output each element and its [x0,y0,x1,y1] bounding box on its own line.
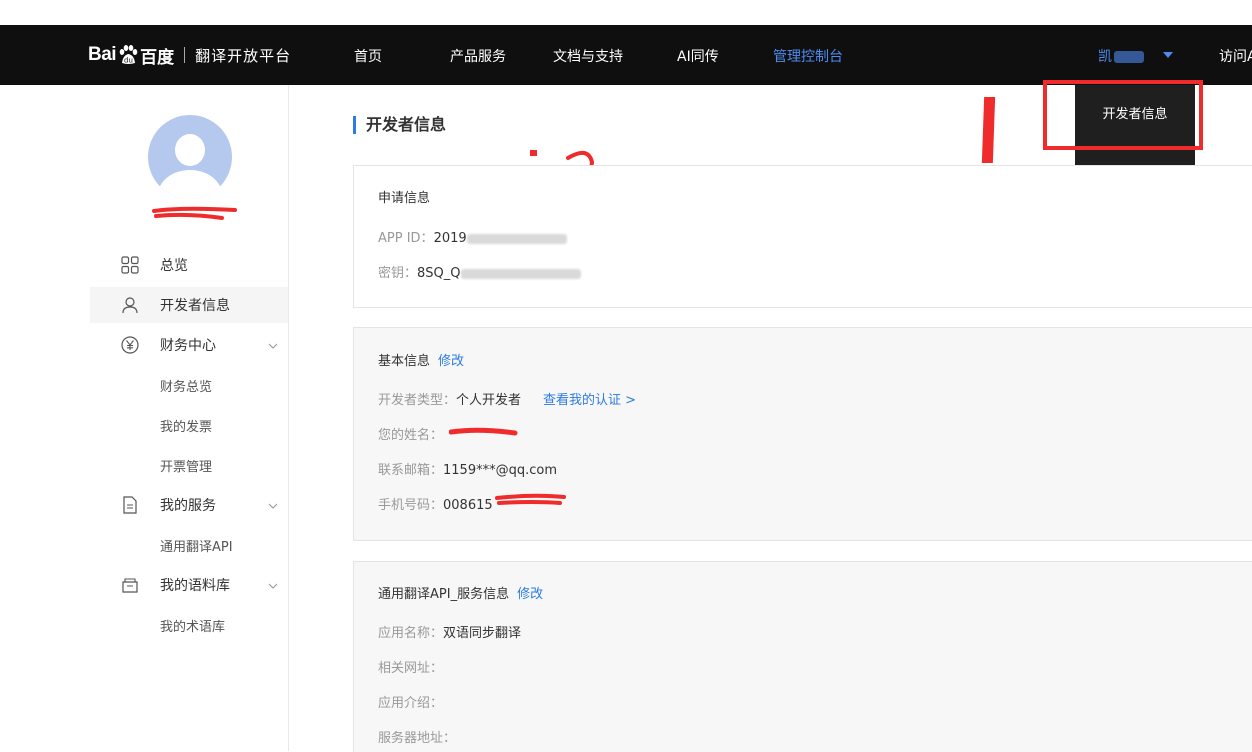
phone-label: 手机号码： [378,498,444,513]
app-name-value: 双语同步翻译 [443,626,522,641]
name-label: 您的姓名： [378,428,444,443]
phone-value: 008615 [443,498,493,513]
basic-info-edit-link[interactable]: 修改 [438,354,464,369]
sidebar-subitem-invoice-manage[interactable]: 开票管理 [160,456,212,475]
grid-icon [120,255,140,275]
sidebar-item-corpus[interactable]: 我的语料库 [90,567,288,603]
key-label: 密钥： [378,266,418,281]
apply-info-title: 申请信息 [378,191,431,206]
service-info-title-row: 通用翻译API_服务信息 修改 [378,583,543,602]
app-name-label: 应用名称： [378,626,444,641]
related-url-label: 相关网址： [378,661,444,676]
sidebar-subitem-general-api[interactable]: 通用翻译API [160,536,233,555]
key-value: 8SQ_Q [417,266,461,281]
developer-type-value: 个人开发者 [456,393,522,408]
logo-bai-text: Bai [88,44,117,65]
sidebar-subitem-terms[interactable]: 我的术语库 [160,616,225,635]
server-address-label: 服务器地址： [378,731,457,746]
avatar-body-shape [158,170,222,199]
yen-icon [120,335,140,355]
redaction-scribble-phone [495,493,566,505]
name-row: 您的姓名： [378,424,443,443]
redaction-scribble-name [152,206,237,220]
sidebar-item-services[interactable]: 我的服务 [90,487,288,523]
service-info-panel: 通用翻译API_服务信息 修改 应用名称：双语同步翻译 相关网址： 应用介绍： 服… [353,561,1252,752]
sidebar-subitem-invoice[interactable]: 我的发票 [160,416,212,435]
user-menu-trigger[interactable]: 凯 [1098,46,1144,66]
document-icon [120,495,140,515]
redacted-app-id [466,233,567,244]
redacted-username [1114,51,1144,63]
chevron-down-icon[interactable] [268,339,278,352]
nav-ai-interpret[interactable]: AI同传 [677,46,719,66]
sidebar-label-finance: 财务中心 [160,338,216,354]
developer-type-row: 开发者类型：个人开发者 查看我的认证 > [378,389,636,408]
box-icon [120,575,140,595]
app-intro-row: 应用介绍： [378,692,443,711]
basic-info-title: 基本信息 [378,354,431,369]
app-intro-label: 应用介绍： [378,696,444,711]
logo-baidu-text: 百度 [140,47,175,68]
sidebar-item-finance[interactable]: 财务中心 [90,327,288,363]
view-verification-link[interactable]: 查看我的认证 > [543,393,636,408]
nav-console[interactable]: 管理控制台 [773,46,843,66]
user-name-text: 凯 [1098,49,1112,65]
phone-row: 手机号码：008615 [378,494,493,513]
sidebar-label-developer-info: 开发者信息 [160,298,230,314]
sidebar-label-overview: 总览 [160,258,188,274]
related-url-row: 相关网址： [378,657,443,676]
sidebar-label-services: 我的服务 [160,498,216,514]
sidebar-label-corpus: 我的语料库 [160,578,230,594]
logo-divider [184,47,186,63]
redacted-key [460,268,581,279]
caret-down-icon[interactable] [1163,52,1173,58]
sidebar-item-overview[interactable]: 总览 [90,247,288,283]
nav-home[interactable]: 首页 [354,46,382,66]
annotation-mark-2-text: 2 [528,148,529,149]
nav-visit[interactable]: 访问A [1219,46,1252,66]
service-info-edit-link[interactable]: 修改 [517,587,543,602]
user-icon [120,295,140,315]
basic-info-title-row: 基本信息 修改 [378,350,464,369]
sidebar [0,85,289,751]
chevron-down-icon[interactable] [268,499,278,512]
baidu-logo[interactable]: Bai du 百度 翻译开放平台 [88,41,291,69]
chevron-down-icon[interactable] [268,579,278,592]
developer-type-label: 开发者类型： [378,393,457,408]
email-value: 1159***@qq.com [443,463,558,478]
service-info-title: 通用翻译API_服务信息 [378,587,510,602]
avatar[interactable] [148,115,232,199]
app-name-row: 应用名称：双语同步翻译 [378,622,521,641]
page-title: 开发者信息 [353,116,446,134]
app-id-row: APP ID：2019 [378,227,567,246]
apply-info-panel: 申请信息 APP ID：2019 密钥：8SQ_Q [353,165,1252,308]
email-label: 联系邮箱： [378,463,444,478]
app-id-value: 2019 [433,231,467,246]
key-row: 密钥：8SQ_Q [378,262,581,281]
app-id-label: APP ID： [378,231,434,246]
basic-info-panel: 基本信息 修改 开发者类型：个人开发者 查看我的认证 > 您的姓名： 联系邮箱：11… [353,327,1252,541]
annotation-mark-1 [981,97,996,163]
nav-docs[interactable]: 文档与支持 [553,46,623,66]
svg-text:du: du [124,57,133,65]
red-highlight-box [1043,80,1203,150]
server-address-row: 服务器地址： [378,727,456,746]
top-nav-bar: Bai du 百度 翻译开放平台 首页 产品服务 文档与支持 AI同传 管理控制… [0,25,1252,85]
nav-products[interactable]: 产品服务 [450,46,506,66]
email-row: 联系邮箱：1159***@qq.com [378,459,557,478]
platform-name: 翻译开放平台 [195,46,292,65]
redaction-scribble-real-name [449,427,518,436]
avatar-head-shape [175,134,205,166]
sidebar-subitem-finance-overview[interactable]: 财务总览 [160,376,212,395]
paw-icon: du [117,44,139,66]
sidebar-item-developer-info[interactable]: 开发者信息 [90,287,288,323]
